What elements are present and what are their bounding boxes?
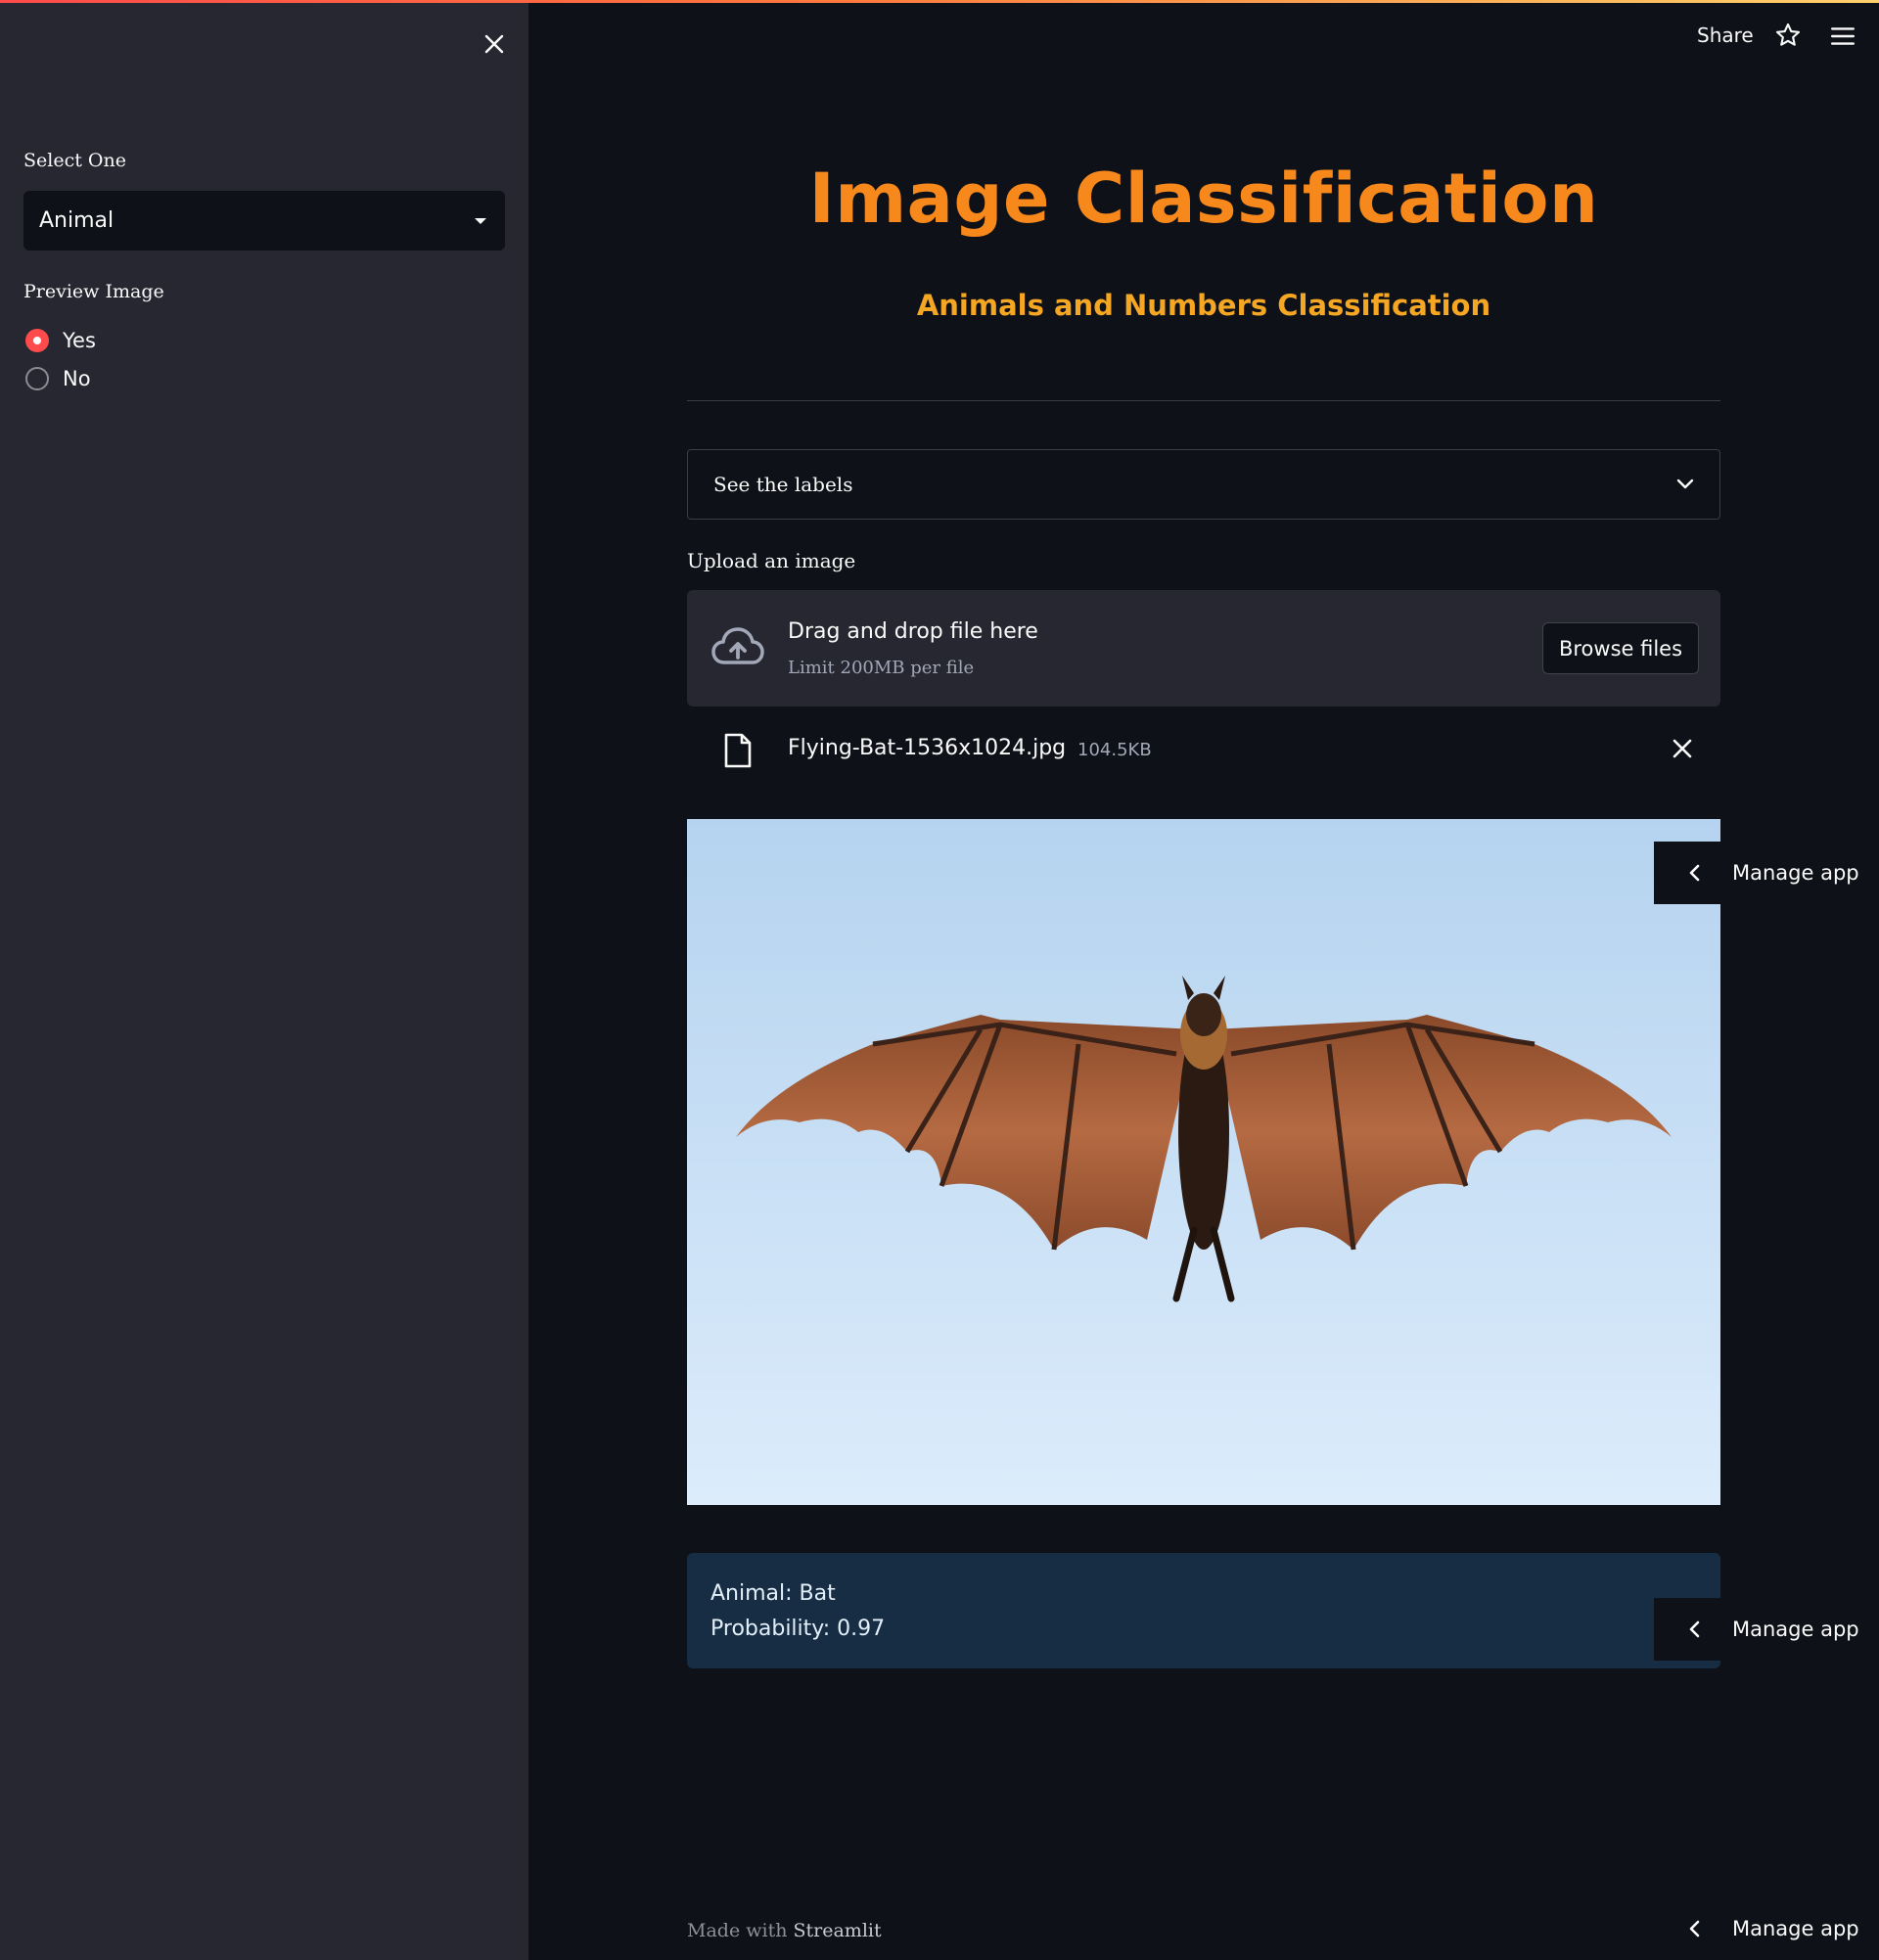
close-icon bbox=[484, 34, 504, 54]
star-icon[interactable] bbox=[1774, 22, 1802, 49]
divider bbox=[687, 400, 1720, 401]
cloud-upload-icon bbox=[711, 627, 764, 664]
manage-app-button[interactable]: Manage app bbox=[1654, 1598, 1879, 1661]
footer: Made with Streamlit bbox=[687, 1920, 882, 1941]
prediction-result: Animal: Bat Probability: 0.97 bbox=[687, 1553, 1720, 1668]
dropzone-title: Drag and drop file here bbox=[788, 619, 1038, 644]
radio-option-no[interactable]: No bbox=[25, 367, 91, 390]
manage-app-label: Manage app bbox=[1732, 1917, 1859, 1940]
labels-expander[interactable]: See the labels bbox=[687, 449, 1720, 520]
radio-label-no: No bbox=[63, 367, 91, 390]
chevron-left-icon bbox=[1689, 1920, 1700, 1937]
manage-app-button[interactable]: Manage app bbox=[1654, 842, 1879, 904]
chevron-left-icon bbox=[1689, 1620, 1700, 1638]
result-label: Animal: Bat bbox=[710, 1581, 836, 1606]
preview-image-label: Preview Image bbox=[23, 281, 164, 302]
radio-label-yes: Yes bbox=[63, 329, 96, 352]
manage-app-button[interactable]: Manage app bbox=[1654, 1897, 1879, 1960]
remove-file-close-icon[interactable] bbox=[1668, 734, 1697, 763]
sidebar-close-button[interactable] bbox=[478, 27, 511, 61]
manage-app-label: Manage app bbox=[1732, 861, 1859, 885]
chevron-left-icon bbox=[1689, 864, 1700, 882]
sidebar: Select One Animal Preview Image Yes No bbox=[0, 3, 528, 1960]
page-title: Image Classification bbox=[808, 159, 1599, 239]
file-dropzone[interactable]: Drag and drop file here Limit 200MB per … bbox=[687, 590, 1720, 707]
select-value: Animal bbox=[39, 208, 115, 233]
select-label: Select One bbox=[23, 150, 126, 171]
upload-label: Upload an image bbox=[687, 549, 856, 572]
radio-unselected-indicator bbox=[25, 367, 49, 390]
share-button[interactable]: Share bbox=[1697, 23, 1754, 47]
streamlit-link[interactable]: Streamlit bbox=[794, 1920, 882, 1941]
browse-files-button[interactable]: Browse files bbox=[1542, 622, 1699, 674]
page-subtitle: Animals and Numbers Classification bbox=[916, 289, 1491, 322]
expander-label: See the labels bbox=[713, 473, 853, 496]
menu-icon[interactable] bbox=[1830, 23, 1856, 49]
radio-option-yes[interactable]: Yes bbox=[25, 329, 96, 352]
category-select[interactable]: Animal bbox=[23, 191, 505, 251]
file-icon bbox=[724, 733, 752, 768]
radio-selected-indicator bbox=[25, 329, 49, 352]
uploaded-image-preview bbox=[687, 819, 1720, 1505]
caret-down-icon bbox=[475, 217, 486, 224]
manage-app-label: Manage app bbox=[1732, 1618, 1859, 1641]
file-size: 104.5KB bbox=[1077, 740, 1152, 760]
footer-prefix: Made with bbox=[687, 1920, 788, 1941]
chevron-down-icon bbox=[1676, 479, 1694, 489]
uploaded-file-row: Flying-Bat-1536x1024.jpg 104.5KB bbox=[687, 722, 1720, 776]
result-probability: Probability: 0.97 bbox=[710, 1617, 886, 1641]
file-name: Flying-Bat-1536x1024.jpg bbox=[788, 736, 1067, 760]
dropzone-limit: Limit 200MB per file bbox=[788, 658, 975, 678]
